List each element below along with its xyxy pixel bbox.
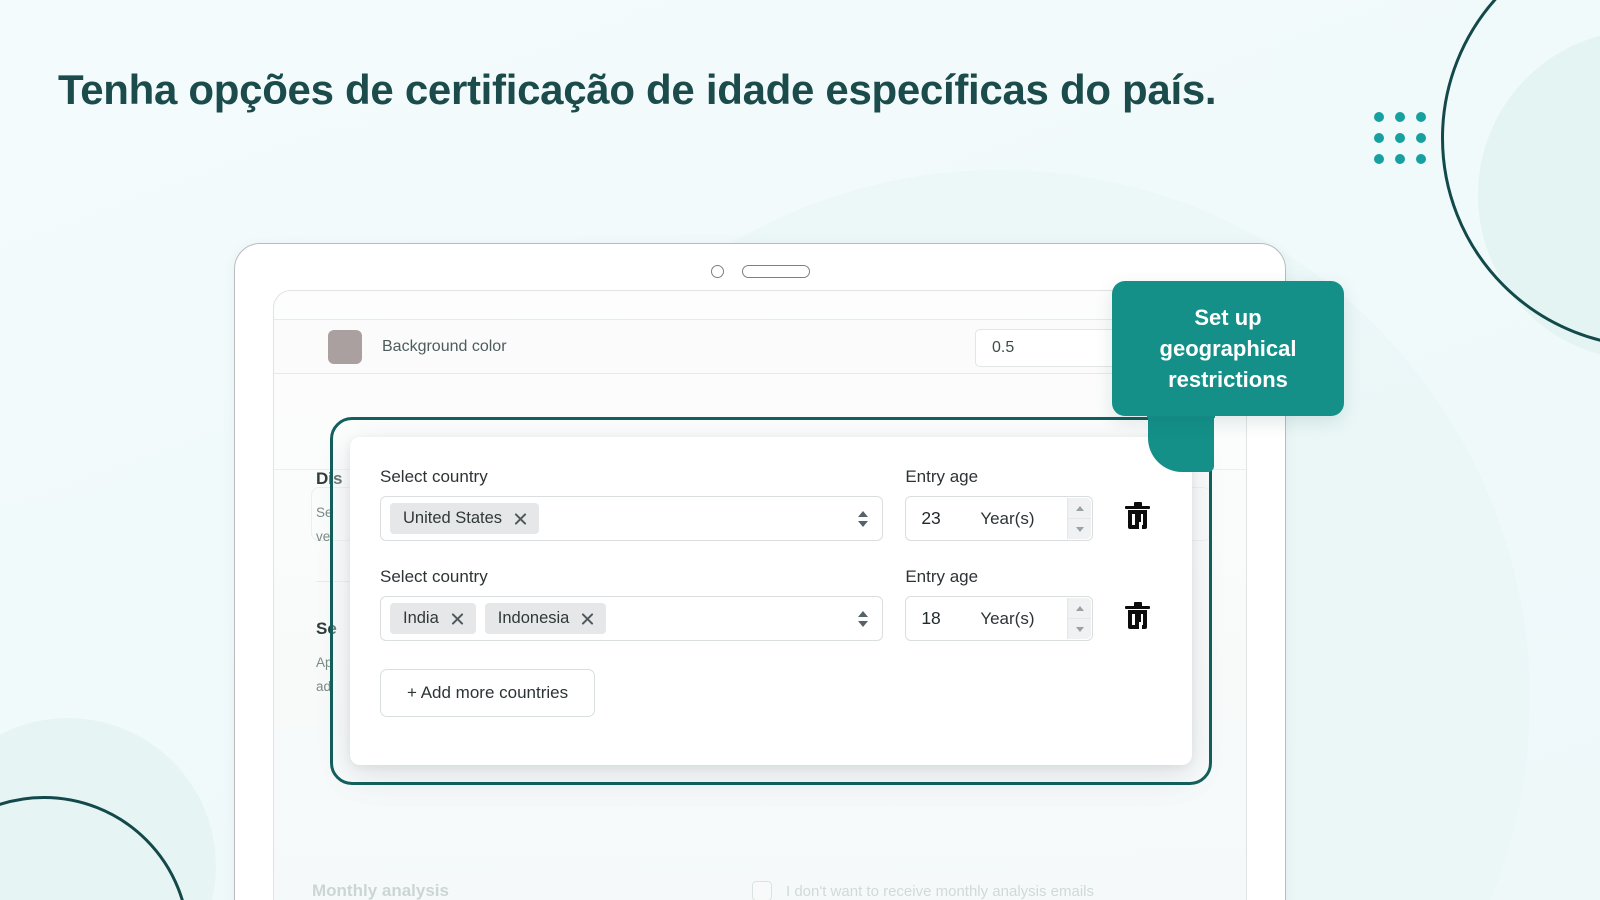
entry-age-field-group: Entry age 23 Year(s) <box>905 467 1094 541</box>
stepper-down-button[interactable] <box>1067 519 1092 539</box>
dot-grid-icon <box>1374 112 1426 164</box>
page-title: Tenha opções de certificação de idade es… <box>58 66 1217 113</box>
country-chip-label: United States <box>403 509 503 527</box>
country-chip[interactable]: Indonesia <box>484 603 607 634</box>
select-country-label: Select country <box>380 567 488 586</box>
color-swatch[interactable] <box>328 329 362 364</box>
monthly-analysis-panel: I don't want to receive monthly analysis… <box>712 851 1246 900</box>
decorative-ring-top-right <box>1441 0 1600 348</box>
monthly-analysis-checkbox-label: I don't want to receive monthly analysis… <box>786 882 1095 900</box>
delete-row-cell <box>1115 602 1160 641</box>
chevron-updown-icon[interactable] <box>858 510 869 528</box>
country-age-row: Select country United States Entry age 2… <box>380 467 1160 541</box>
entry-age-input[interactable]: 18 <box>906 608 980 629</box>
select-country-label: Select country <box>380 467 488 486</box>
stepper-up-button[interactable] <box>1067 598 1092 619</box>
monthly-analysis-checkbox[interactable] <box>752 881 772 900</box>
add-more-countries-button[interactable]: + Add more countries <box>380 669 596 717</box>
entry-age-stepper[interactable]: 18 Year(s) <box>905 596 1094 641</box>
close-icon[interactable] <box>580 611 595 626</box>
entry-age-field-group: Entry age 18 Year(s) <box>905 567 1094 641</box>
monthly-analysis-label: Monthly analysis <box>312 881 449 900</box>
speaker-icon <box>741 265 810 278</box>
tooltip-bubble: Set up geographical restrictions <box>1112 281 1344 416</box>
stepper-down-button[interactable] <box>1067 619 1092 639</box>
trash-icon[interactable] <box>1125 502 1151 533</box>
stepper-icon[interactable] <box>1067 498 1092 539</box>
close-icon[interactable] <box>513 511 528 526</box>
background-color-row: Background color 0.5 <box>274 319 1246 374</box>
monthly-analysis-row: Monthly analysis I don't want to receive… <box>312 851 1246 900</box>
country-multiselect[interactable]: United States <box>380 496 884 541</box>
entry-age-label: Entry age <box>905 467 979 486</box>
delete-row-cell <box>1115 502 1160 541</box>
stepper-up-button[interactable] <box>1067 498 1092 519</box>
geo-restrictions-dialog: Select country United States Entry age 2… <box>350 437 1192 765</box>
country-field-group: Select country United States <box>380 467 884 541</box>
country-chip[interactable]: United States <box>390 503 540 534</box>
camera-icon <box>710 265 724 278</box>
country-age-row: Select country India Indonesia Entry age… <box>380 567 1160 641</box>
country-multiselect[interactable]: India Indonesia <box>380 596 884 641</box>
country-chip-label: Indonesia <box>497 609 570 627</box>
country-field-group: Select country India Indonesia <box>380 567 884 641</box>
chevron-updown-icon[interactable] <box>858 610 869 628</box>
entry-age-unit: Year(s) <box>980 608 1035 628</box>
trash-icon[interactable] <box>1125 602 1151 633</box>
stepper-icon[interactable] <box>1067 598 1092 639</box>
entry-age-input[interactable]: 23 <box>906 508 980 529</box>
country-chip[interactable]: India <box>390 603 476 634</box>
entry-age-unit: Year(s) <box>980 508 1035 528</box>
close-icon[interactable] <box>450 611 465 626</box>
page: Tenha opções de certificação de idade es… <box>0 0 1600 900</box>
country-chip-label: India <box>403 609 439 627</box>
background-color-label: Background color <box>382 337 507 355</box>
entry-age-stepper[interactable]: 23 Year(s) <box>905 496 1094 541</box>
entry-age-label: Entry age <box>905 567 979 586</box>
